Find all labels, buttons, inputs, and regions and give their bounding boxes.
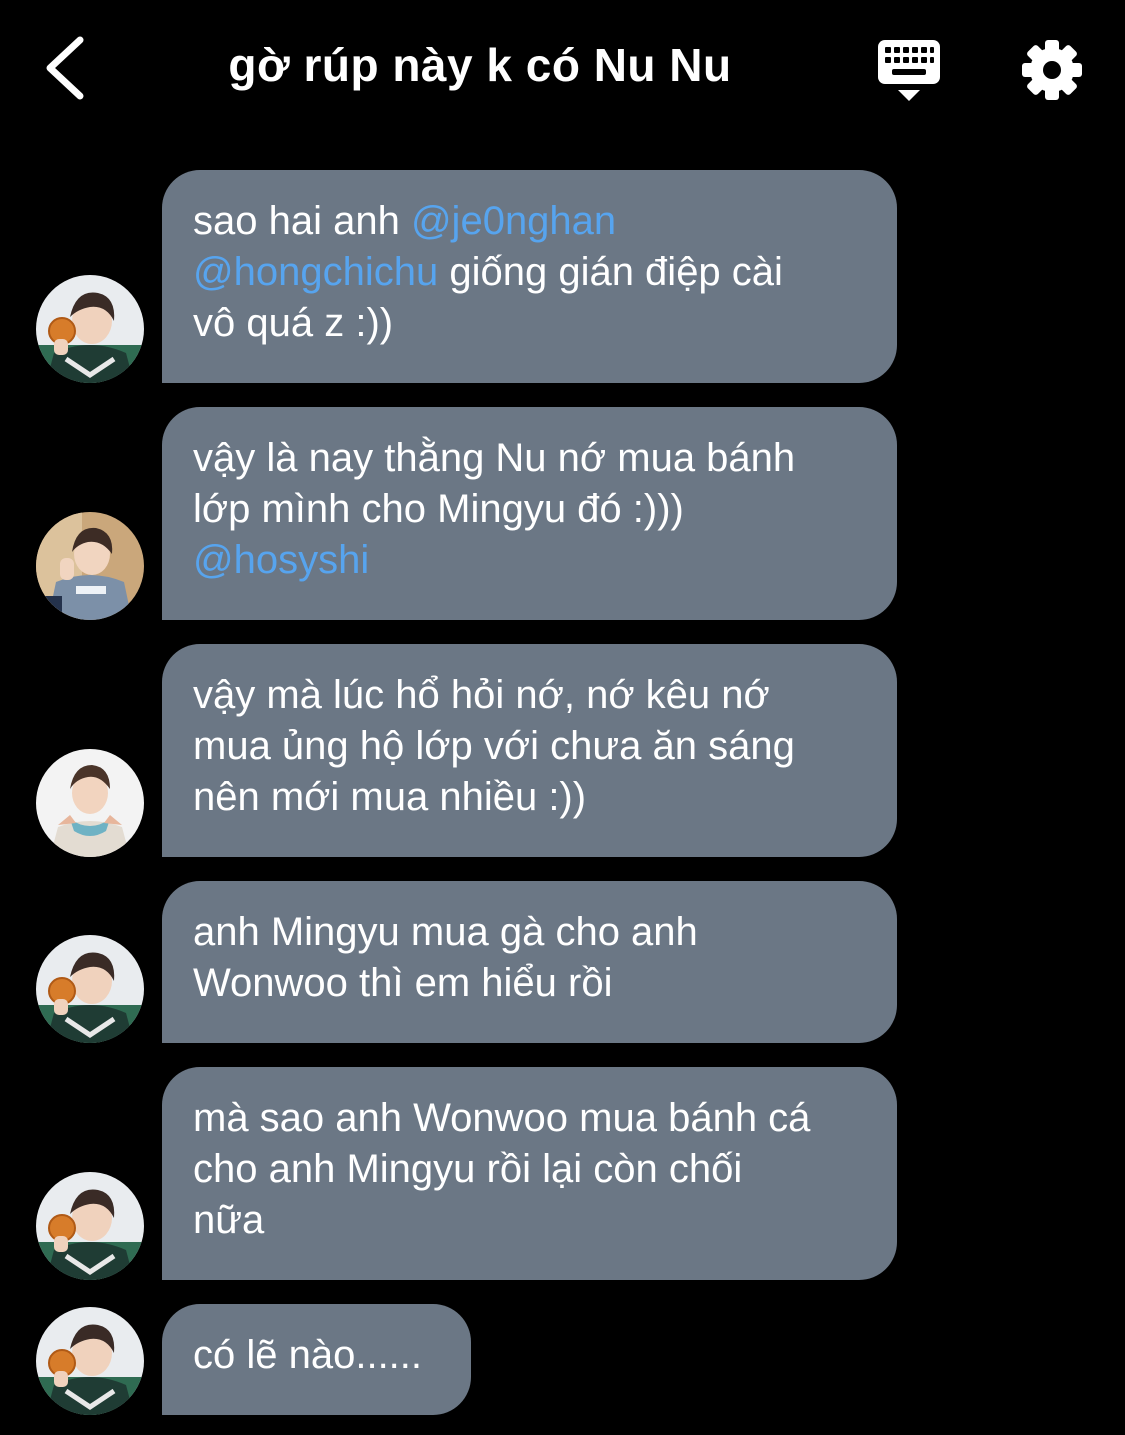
sender-avatar[interactable] [36,749,144,857]
message-bubble[interactable]: có lẽ nào...... [162,1304,471,1415]
sender-avatar[interactable] [36,1307,144,1415]
keyboard-toggle-button[interactable] [874,38,944,104]
message-text: vậy là nay thằng Nu nớ mua bánh lớp mình… [193,436,796,531]
message-text: có lẽ nào...... [193,1333,423,1377]
gear-icon [1022,40,1082,100]
message-row: vậy là nay thằng Nu nớ mua bánh lớp mình… [0,407,1125,620]
message-row: anh Mingyu mua gà cho anh Wonwoo thì em … [0,881,1125,1043]
keyboard-hide-icon [878,40,940,101]
group-title: gờ rúp này k có Nu Nu [228,39,732,91]
message-bubble[interactable]: mà sao anh Wonwoo mua bánh cá cho anh Mi… [162,1067,897,1280]
sender-avatar[interactable] [36,1172,144,1280]
sender-avatar[interactable] [36,512,144,620]
mention-link[interactable]: @hongchichu [193,250,438,294]
message-text: mà sao anh Wonwoo mua bánh cá cho anh Mi… [193,1096,811,1242]
message-row: có lẽ nào...... [0,1304,1125,1415]
message-bubble[interactable]: vậy là nay thằng Nu nớ mua bánh lớp mình… [162,407,897,620]
message-bubble[interactable]: sao hai anh @je0nghan @hongchichu giống … [162,170,897,383]
message-text: vậy mà lúc hổ hỏi nớ, nớ kêu nớ mua ủng … [193,673,795,819]
message-text: sao hai anh [193,199,411,243]
message-row: vậy mà lúc hổ hỏi nớ, nớ kêu nớ mua ủng … [0,644,1125,857]
message-bubble[interactable]: anh Mingyu mua gà cho anh Wonwoo thì em … [162,881,897,1043]
message-row: mà sao anh Wonwoo mua bánh cá cho anh Mi… [0,1067,1125,1280]
mention-link[interactable]: @hosyshi [193,538,369,582]
sender-avatar[interactable] [36,275,144,383]
mention-link[interactable]: @je0nghan [411,199,616,243]
sender-avatar[interactable] [36,935,144,1043]
message-text: anh Mingyu mua gà cho anh Wonwoo thì em … [193,910,698,1005]
message-row: sao hai anh @je0nghan @hongchichu giống … [0,170,1125,383]
settings-button[interactable] [1020,38,1084,102]
back-button[interactable] [38,32,98,104]
chat-header: gờ rúp này k có Nu Nu [0,0,1125,140]
chevron-left-icon [46,36,84,100]
message-bubble[interactable]: vậy mà lúc hổ hỏi nớ, nớ kêu nớ mua ủng … [162,644,897,857]
